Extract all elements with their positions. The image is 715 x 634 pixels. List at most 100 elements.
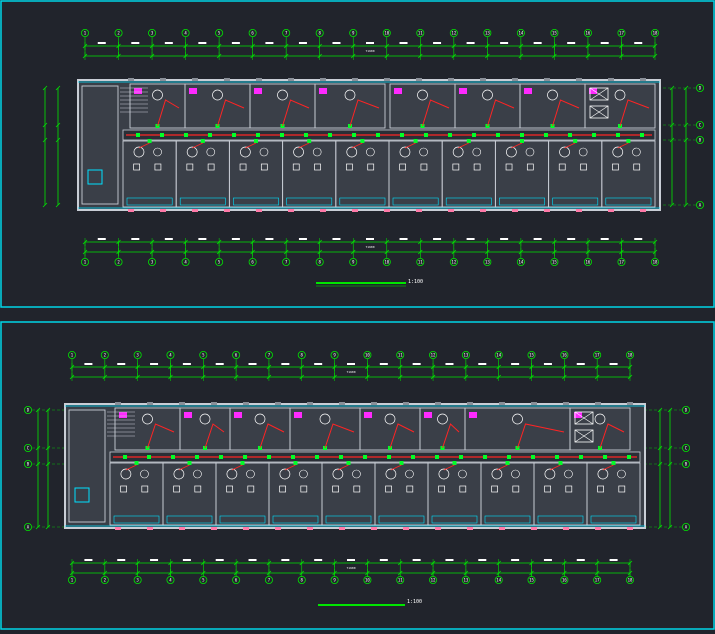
corridor-device (291, 455, 295, 459)
device-box (360, 139, 365, 143)
column-marker (467, 402, 473, 405)
dimension-value-mark (131, 238, 140, 240)
device-box (187, 461, 192, 465)
column-marker (576, 78, 582, 81)
exterior-marker (339, 527, 345, 530)
column-marker (544, 78, 550, 81)
dimension-value-mark (576, 363, 585, 365)
dimension-value-mark (314, 363, 323, 365)
exterior-marker (480, 209, 486, 212)
grid-bubble-bottom-label: 10 (365, 578, 370, 583)
column-marker (384, 78, 390, 81)
corridor-device (280, 133, 284, 137)
column-marker (563, 402, 569, 405)
dimension-value-mark (215, 559, 224, 561)
dimension-value-mark (231, 42, 240, 44)
dimension-value-mark (97, 238, 106, 240)
device-box (293, 461, 298, 465)
grid-bubble-bottom-label: 12 (431, 578, 436, 583)
grid-bubble-top-label: 14 (518, 31, 523, 36)
exterior-marker (320, 209, 326, 212)
exterior-marker (435, 527, 441, 530)
corridor-device (256, 133, 260, 137)
exterior-marker (563, 527, 569, 530)
dimension-value-mark (478, 559, 487, 561)
total-dimension: 71600 (365, 49, 374, 53)
grid-bubble-top-label: 13 (485, 31, 490, 36)
corridor-device (219, 455, 223, 459)
device-box (452, 461, 457, 465)
exterior-marker (403, 527, 409, 530)
dimension-value-mark (379, 559, 388, 561)
dimension-value-mark (543, 559, 552, 561)
exterior-marker (288, 209, 294, 212)
grid-bubble-bottom-label: 15 (529, 578, 534, 583)
column-marker (595, 402, 601, 405)
exterior-marker (512, 209, 518, 212)
device-box (466, 139, 471, 143)
dimension-value-mark (215, 363, 224, 365)
total-dimension: 71600 (346, 370, 355, 374)
dimension-value-mark (265, 238, 274, 240)
corridor-device (160, 133, 164, 137)
magenta-panel (234, 412, 242, 418)
column-marker (307, 402, 313, 405)
grid-bubble-top-label: 15 (529, 353, 534, 358)
device-box (147, 139, 152, 143)
corridor-device (640, 133, 644, 137)
exterior-marker (147, 527, 153, 530)
magenta-panel (364, 412, 372, 418)
magenta-panel (189, 88, 197, 94)
dimension-value-mark (248, 559, 257, 561)
magenta-panel (424, 412, 432, 418)
column-marker (512, 78, 518, 81)
corridor-device (592, 133, 596, 137)
grid-bubble-bottom-label: 13 (463, 578, 468, 583)
corridor-device (544, 133, 548, 137)
corridor-device (171, 455, 175, 459)
exterior-marker (211, 527, 217, 530)
cad-viewport[interactable]: 1:100 1:100 71600 71600 1 2 3 4 5 6 7 8 9 10 11 12 13 1… (0, 0, 715, 630)
dimension-value-mark (576, 559, 585, 561)
exterior-marker (192, 209, 198, 212)
corridor-device (123, 455, 127, 459)
dimension-value-mark (500, 238, 509, 240)
column-marker (640, 78, 646, 81)
column-marker (627, 402, 633, 405)
grid-bubble-top-label: 14 (496, 353, 501, 358)
dimension-value-mark (314, 559, 323, 561)
dimension-value-mark (332, 238, 341, 240)
device-box (307, 139, 312, 143)
device-box (134, 461, 139, 465)
dimension-value-mark (97, 42, 106, 44)
magenta-panel (254, 88, 262, 94)
column-marker (224, 78, 230, 81)
plan-1-scale: 1:100 (408, 279, 423, 285)
corridor-device (376, 133, 380, 137)
device-box (505, 461, 510, 465)
dimension-value-mark (265, 42, 274, 44)
column-marker (288, 78, 294, 81)
dimension-value-mark (182, 363, 191, 365)
corridor-device (531, 455, 535, 459)
corridor-device (232, 133, 236, 137)
column-marker (448, 78, 454, 81)
dimension-value-mark (281, 363, 290, 365)
total-dimension: 71600 (365, 245, 374, 249)
dimension-value-mark (347, 559, 355, 561)
exterior-marker (160, 209, 166, 212)
grid-bubble-top-label: 12 (451, 31, 456, 36)
dimension-value-mark (366, 42, 374, 44)
grid-bubble-top-label: 11 (418, 31, 423, 36)
column-marker (531, 402, 537, 405)
device-box (240, 461, 245, 465)
column-marker (480, 78, 486, 81)
column-marker (608, 78, 614, 81)
dimension-value-mark (609, 559, 618, 561)
dimension-value-mark (198, 42, 207, 44)
device-box (626, 139, 631, 143)
column-marker (339, 402, 345, 405)
dimension-value-mark (248, 363, 257, 365)
column-marker (160, 78, 166, 81)
dimension-value-mark (182, 559, 191, 561)
